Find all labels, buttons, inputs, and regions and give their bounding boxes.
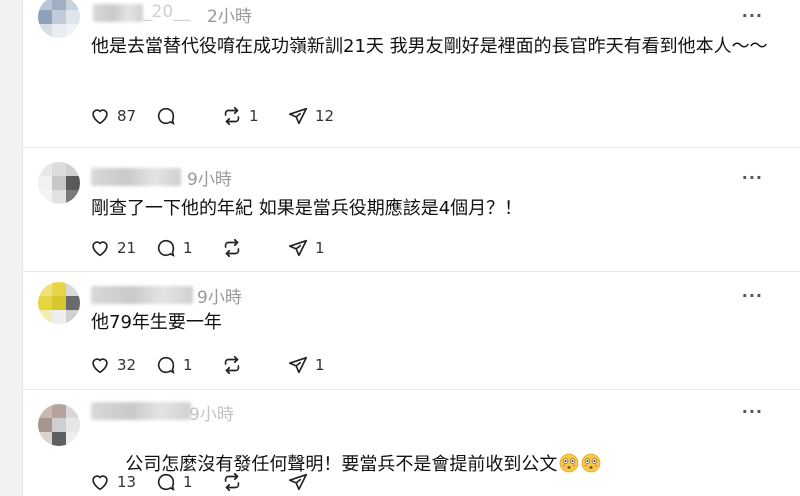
more-dots-icon[interactable]: ··· xyxy=(742,8,763,24)
repost-arrows-icon xyxy=(224,472,240,492)
comment-bubble-icon xyxy=(157,473,175,491)
more-dots-icon[interactable]: ··· xyxy=(742,170,763,186)
flushed-face-emoji xyxy=(581,453,601,473)
more-dots-icon[interactable]: ··· xyxy=(742,404,763,420)
avatar[interactable] xyxy=(38,0,80,38)
comment-count: 1 xyxy=(183,473,193,491)
send-icon xyxy=(288,473,308,491)
comment-count: 1 xyxy=(183,239,193,257)
avatar[interactable] xyxy=(38,162,80,204)
like-button[interactable]: 13 xyxy=(89,470,155,494)
username-partial[interactable]: _20__ xyxy=(143,2,190,22)
more-dots-icon[interactable]: ··· xyxy=(742,288,763,304)
like-count: 87 xyxy=(117,107,137,125)
post-text: 剛查了一下他的年紀 如果是當兵役期應該是4個月？！ xyxy=(91,198,523,219)
heart-icon xyxy=(92,475,108,491)
flushed-face-emoji xyxy=(559,453,579,473)
repost-button[interactable] xyxy=(221,353,287,377)
comment-button[interactable]: 1 xyxy=(155,470,221,494)
repost-button[interactable] xyxy=(221,236,287,260)
share-button[interactable] xyxy=(287,470,353,494)
comment-count: 1 xyxy=(183,356,193,374)
like-count: 13 xyxy=(117,473,137,491)
like-button[interactable]: 32 xyxy=(89,353,155,377)
avatar[interactable] xyxy=(38,404,80,446)
repost-button[interactable]: 1 xyxy=(221,104,287,128)
heart-icon xyxy=(92,109,108,125)
share-button[interactable]: 1 xyxy=(287,353,353,377)
like-count: 21 xyxy=(117,239,137,257)
action-bar: 32 1 1 xyxy=(89,353,353,377)
comment-bubble-icon xyxy=(157,356,175,374)
repost-arrows-icon xyxy=(224,238,240,258)
post-text: 他79年生要一年 xyxy=(91,312,222,333)
reply-post: 9小時 ··· 剛查了一下他的年紀 如果是當兵役期應該是4個月？！ 21 1 1 xyxy=(23,148,800,272)
reply-post: 9小時 ··· 公司怎麼沒有發任何聲明！要當兵不是會提前收到公文 13 1 xyxy=(23,390,800,496)
post-time: 9小時 xyxy=(197,288,242,308)
send-icon xyxy=(288,107,308,125)
comment-bubble-icon xyxy=(157,107,175,125)
share-count: 1 xyxy=(315,239,325,257)
comment-bubble-icon xyxy=(157,239,175,257)
post-text: 他是去當替代役唷在成功嶺新訓21天 我男友剛好是裡面的長官昨天有看到他本人〜〜 xyxy=(91,36,768,57)
like-count: 32 xyxy=(117,356,137,374)
repost-arrows-icon xyxy=(224,106,240,126)
threads-reply-list: _20__ 2小時 ··· 他是去當替代役唷在成功嶺新訓21天 我男友剛好是裡面… xyxy=(22,0,800,496)
like-button[interactable]: 21 xyxy=(89,236,155,260)
share-count: 1 xyxy=(315,356,325,374)
reply-post: _20__ 2小時 ··· 他是去當替代役唷在成功嶺新訓21天 我男友剛好是裡面… xyxy=(23,0,800,148)
comment-button[interactable]: 1 xyxy=(155,236,221,260)
post-time: 9小時 xyxy=(189,405,234,425)
send-icon xyxy=(288,356,308,374)
repost-count: 1 xyxy=(249,107,259,125)
send-icon xyxy=(288,239,308,257)
post-time: 9小時 xyxy=(187,170,232,190)
action-bar: 21 1 1 xyxy=(89,236,353,260)
heart-icon xyxy=(92,358,108,374)
share-count: 12 xyxy=(315,107,335,125)
share-button[interactable]: 1 xyxy=(287,236,353,260)
username-blurred[interactable] xyxy=(91,402,191,420)
action-bar: 13 1 xyxy=(89,470,353,494)
username-blurred[interactable] xyxy=(91,168,181,186)
reply-post: 9小時 ··· 他79年生要一年 32 1 1 xyxy=(23,272,800,390)
like-button[interactable]: 87 xyxy=(89,104,155,128)
post-time: 2小時 xyxy=(207,7,252,27)
action-bar: 87 1 12 xyxy=(89,104,353,128)
repost-arrows-icon xyxy=(224,355,240,375)
avatar[interactable] xyxy=(38,282,80,324)
share-button[interactable]: 12 xyxy=(287,104,353,128)
username-blurred[interactable] xyxy=(91,286,193,304)
comment-button[interactable]: 1 xyxy=(155,353,221,377)
repost-button[interactable] xyxy=(221,470,287,494)
comment-button[interactable] xyxy=(155,104,221,128)
heart-icon xyxy=(92,241,108,257)
username-blurred[interactable] xyxy=(93,4,143,22)
